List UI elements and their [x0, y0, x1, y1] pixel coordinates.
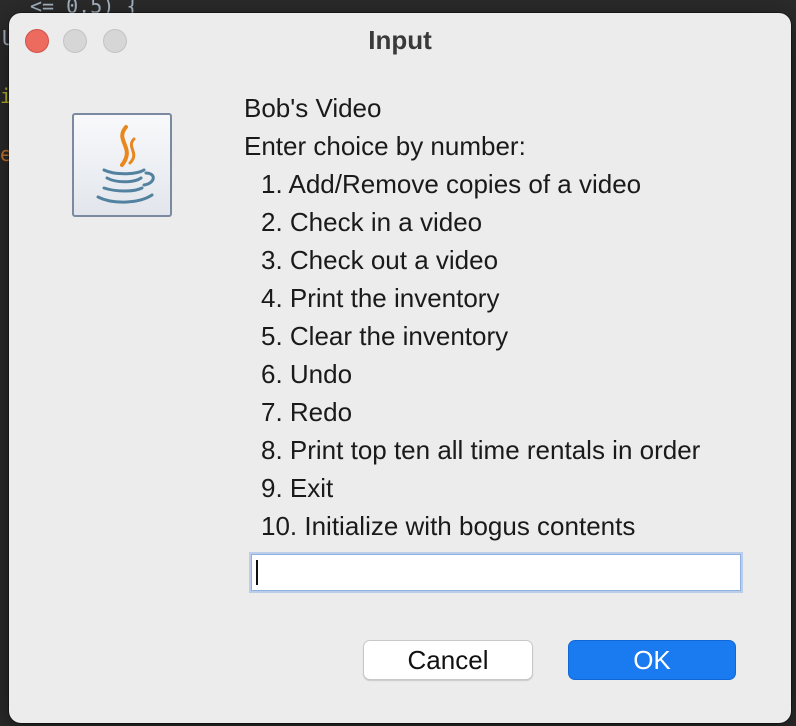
ok-button[interactable]: OK — [568, 640, 736, 680]
input-dialog: Input Bob's Video Enter choice by number… — [9, 13, 791, 723]
menu-option: 1. Add/Remove copies of a video — [261, 169, 642, 199]
menu-option: 2. Check in a video — [261, 207, 483, 237]
text-caret — [256, 560, 258, 585]
dialog-prompt: Enter choice by number: — [244, 131, 526, 161]
menu-option: 7. Redo — [261, 397, 353, 427]
cancel-button[interactable]: Cancel — [363, 640, 533, 680]
menu-option: 6. Undo — [261, 359, 353, 389]
java-icon — [72, 113, 172, 217]
window-title: Input — [368, 25, 432, 55]
menu-option: 8. Print top ten all time rentals in ord… — [261, 435, 701, 465]
title-bar[interactable]: Input — [9, 13, 791, 69]
menu-option: 9. Exit — [261, 473, 334, 503]
menu-option: 3. Check out a video — [261, 245, 499, 275]
menu-option: 10. Initialize with bogus contents — [261, 511, 636, 541]
menu-option: 4. Print the inventory — [261, 283, 500, 313]
choice-input[interactable] — [249, 552, 743, 593]
menu-option: 5. Clear the inventory — [261, 321, 509, 351]
dialog-heading: Bob's Video — [244, 93, 382, 123]
